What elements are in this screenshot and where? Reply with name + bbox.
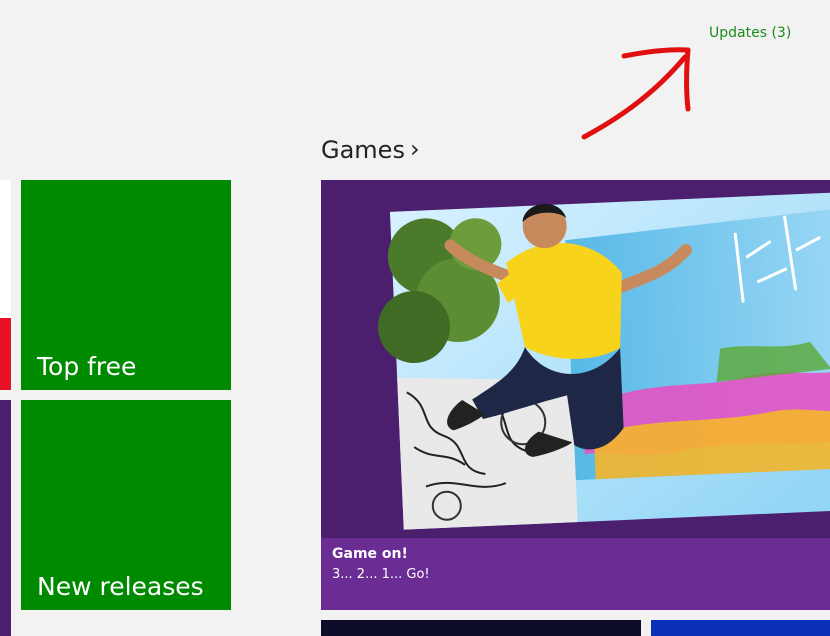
- game-on-hero-tile[interactable]: Game on! 3... 2... 1... Go!: [321, 180, 830, 610]
- bottom-tile-blue[interactable]: [651, 620, 830, 636]
- bottom-tile-dark[interactable]: [321, 620, 641, 636]
- section-title: Games: [321, 136, 405, 164]
- annotation-arrow: [581, 47, 691, 140]
- new-releases-tile[interactable]: New releases: [21, 400, 231, 610]
- hero-caption: Game on! 3... 2... 1... Go!: [321, 538, 830, 610]
- tile-label: New releases: [37, 571, 204, 601]
- top-free-tile[interactable]: Top free: [21, 180, 231, 390]
- chevron-right-icon: ›: [409, 135, 420, 163]
- partial-tile-purple[interactable]: [0, 400, 11, 636]
- tile-label: Top free: [37, 351, 137, 381]
- games-section-header[interactable]: Games ›: [321, 135, 420, 164]
- hero-photo: [377, 192, 830, 530]
- hero-subtitle: 3... 2... 1... Go!: [332, 567, 430, 582]
- hero-title: Game on!: [332, 546, 408, 562]
- partial-tile-white[interactable]: [0, 180, 11, 318]
- updates-link[interactable]: Updates (3): [709, 25, 791, 41]
- partial-tile-red[interactable]: [0, 318, 11, 390]
